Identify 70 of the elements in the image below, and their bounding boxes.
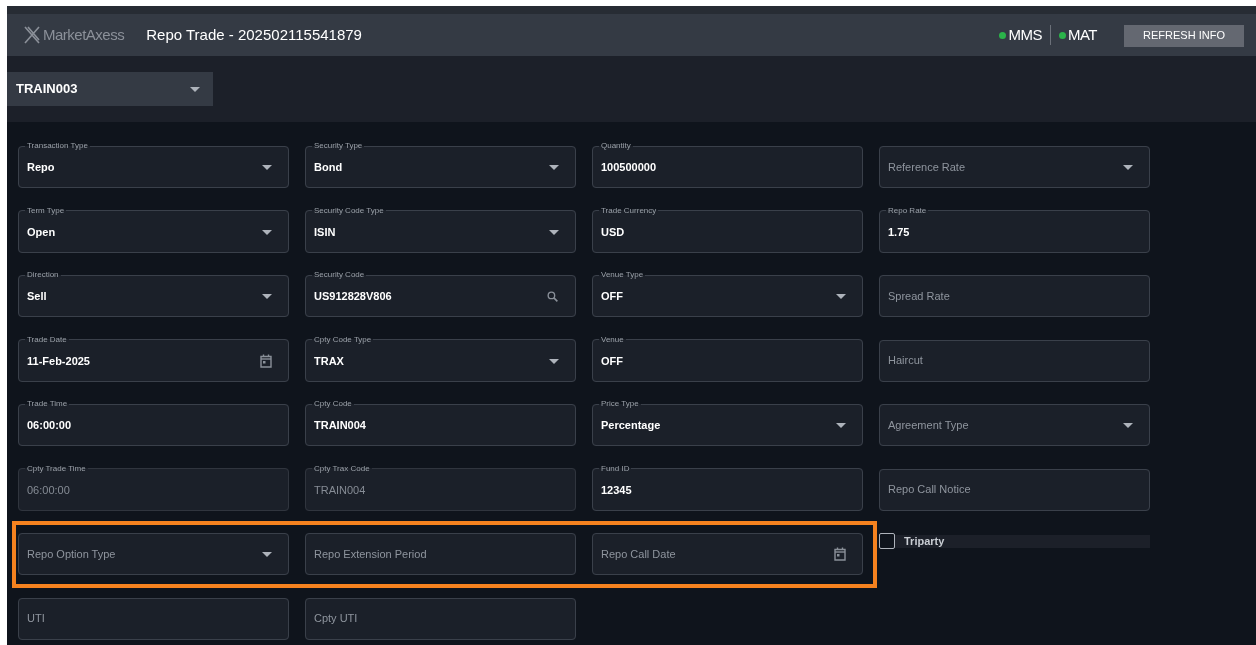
field-label: Trade Time [26, 399, 69, 409]
field-label: Cpty Trax Code [313, 463, 371, 474]
caret-icon [1123, 164, 1133, 170]
input-field[interactable]: Haircut [879, 339, 1150, 382]
input-field[interactable]: Repo Extension Period [305, 533, 576, 575]
field-label: Cpty Code Type [313, 334, 373, 345]
search-icon [546, 290, 559, 303]
account-select[interactable]: TRAIN003 [7, 72, 213, 106]
window-title: Repo Trade - 202502115541879 [146, 24, 362, 45]
logo-text: MarketAxess [43, 24, 125, 45]
select-field[interactable]: Agreement Type [879, 404, 1150, 446]
select-field[interactable]: Repo Option Type [18, 533, 289, 575]
select-field[interactable]: Venue Type OFF [592, 270, 863, 317]
field-label: Cpty Code [313, 399, 353, 409]
field-label: Transaction Type [26, 141, 89, 151]
input-field[interactable]: Spread Rate [879, 275, 1150, 317]
caret-icon [190, 86, 200, 92]
field-label: Cpty Trade Time [26, 463, 87, 474]
field-label: Security Code Type [313, 205, 385, 216]
input-field[interactable]: Repo Rate 1.75 [879, 205, 1150, 253]
field-label: Venue Type [600, 270, 645, 280]
select-field[interactable]: Reference Rate [879, 146, 1150, 188]
field-label: Repo Rate [887, 205, 928, 216]
caret-icon [549, 165, 559, 170]
status-label: MAT [1067, 24, 1097, 45]
refresh-button[interactable]: REFRESH INFO [1124, 24, 1244, 47]
status-label: MMS [1008, 24, 1042, 45]
field-label: Security Code [313, 270, 366, 280]
logo-icon [23, 26, 41, 44]
date-field[interactable]: Repo Call Date [592, 533, 863, 575]
field-label: Fund ID [600, 463, 631, 474]
select-field[interactable]: Transaction Type Repo [18, 141, 289, 188]
input-field[interactable]: Repo Call Notice [879, 468, 1150, 511]
input-field[interactable]: Quantity 100500000 [592, 141, 863, 188]
select-field[interactable]: Security Type Bond [305, 141, 576, 188]
field-label: Term Type [26, 205, 66, 216]
input-field[interactable]: Venue OFF [592, 334, 863, 382]
calendar-icon [834, 547, 846, 561]
caret-icon [836, 423, 846, 428]
field-label: Venue [600, 334, 625, 345]
field-label: Trade Currency [600, 205, 658, 216]
caret-icon [262, 165, 272, 170]
caret-icon [549, 358, 559, 364]
calendar-icon [260, 354, 272, 368]
select-field[interactable]: Cpty Code Type TRAX [305, 334, 576, 382]
field-label: Price Type [600, 399, 640, 409]
input-field[interactable]: Cpty Code TRAIN004 [305, 399, 576, 446]
date-field[interactable]: Trade Date 11-Feb-2025 [18, 334, 289, 382]
checkbox-label: Triparty [904, 534, 945, 550]
input-field[interactable]: Cpty UTI [305, 597, 576, 640]
caret-icon [836, 294, 846, 299]
search-field[interactable]: Security Code US912828V806 [305, 270, 576, 317]
field-label: Trade Date [26, 334, 68, 345]
input-field[interactable]: Trade Time 06:00:00 [18, 399, 289, 446]
select-field[interactable]: Price Type Percentage [592, 399, 863, 446]
select-field[interactable]: Term Type Open [18, 205, 289, 253]
input-field[interactable]: Fund ID 12345 [592, 463, 863, 511]
input-field[interactable]: UTI [18, 597, 289, 640]
input-field[interactable]: Trade Currency USD [592, 205, 863, 253]
field-label: Direction [26, 270, 60, 280]
caret-icon [549, 229, 559, 235]
caret-icon [1123, 422, 1133, 428]
checkbox[interactable] [879, 532, 895, 549]
caret-icon [262, 294, 272, 299]
caret-icon [262, 229, 272, 235]
select-field[interactable]: Direction Sell [18, 270, 289, 317]
field-label: Quantity [600, 141, 632, 151]
select-field[interactable]: Security Code Type ISIN [305, 205, 576, 253]
caret-icon [262, 551, 272, 557]
field-label: Security Type [313, 141, 364, 151]
